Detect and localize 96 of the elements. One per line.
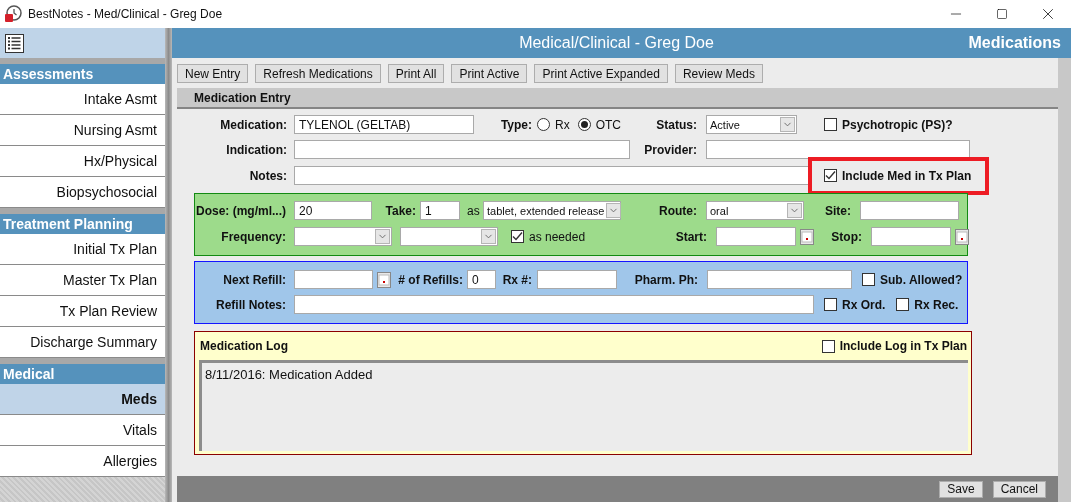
provider-field[interactable] bbox=[706, 140, 970, 159]
calendar-icon[interactable] bbox=[800, 228, 814, 245]
toolbar-button[interactable]: Refresh Medications bbox=[255, 64, 381, 83]
indication-field[interactable] bbox=[294, 140, 630, 159]
sidebar-item[interactable]: Tx Plan Review bbox=[0, 296, 165, 327]
rx-number-field[interactable] bbox=[537, 270, 617, 289]
sidebar-item[interactable]: Nursing Asmt bbox=[0, 115, 165, 146]
stop-date-field[interactable] bbox=[871, 227, 951, 246]
field-label: Notes: bbox=[248, 168, 287, 183]
field-label: Rx #: bbox=[501, 272, 532, 287]
sidebar-item[interactable]: Allergies bbox=[0, 446, 165, 477]
toolbar-button[interactable]: Review Meds bbox=[674, 64, 763, 83]
chevron-down-icon bbox=[787, 203, 802, 218]
dropdown-field[interactable]: Active bbox=[706, 115, 797, 134]
toolbar-button[interactable]: Print Active Expanded bbox=[534, 64, 668, 83]
sidebar-item[interactable]: Master Tx Plan bbox=[0, 265, 165, 296]
field-label: as bbox=[467, 203, 481, 218]
log-entry: 8/11/2016: Medication Added bbox=[205, 367, 374, 382]
dropdown-field[interactable]: oral bbox=[706, 201, 804, 220]
sidebar-item[interactable]: Meds bbox=[0, 384, 165, 415]
chevron-down-icon bbox=[481, 229, 496, 244]
footer-button[interactable]: Save bbox=[939, 480, 983, 498]
checkbox-label: Rx Rec. bbox=[914, 297, 959, 312]
field-label: Pharm. Ph: bbox=[633, 272, 698, 287]
footer-button[interactable]: Cancel bbox=[992, 480, 1046, 498]
radio-label: OTC bbox=[595, 117, 621, 132]
field-label: Indication: bbox=[225, 142, 287, 157]
refill-notes-field[interactable] bbox=[294, 295, 814, 314]
dose-field[interactable]: 20 bbox=[294, 201, 372, 220]
field-label: Route: bbox=[658, 203, 697, 218]
next-refill-field[interactable] bbox=[294, 270, 373, 289]
maximize-icon[interactable] bbox=[996, 8, 1008, 20]
field-label: Frequency: bbox=[220, 229, 286, 244]
field-label: Next Refill: bbox=[222, 272, 286, 287]
section-title: Medication Entry bbox=[194, 90, 291, 105]
take-field[interactable]: 1 bbox=[420, 201, 460, 220]
checkbox-label: Include Log in Tx Plan bbox=[839, 339, 967, 353]
field-label: Medication: bbox=[219, 117, 287, 132]
notes-field[interactable] bbox=[294, 166, 810, 185]
chevron-down-icon bbox=[375, 229, 390, 244]
toolbar-button[interactable]: Print All bbox=[387, 64, 445, 83]
calendar-icon[interactable] bbox=[377, 271, 391, 288]
field-label: Refill Notes: bbox=[215, 297, 286, 312]
checkbox[interactable] bbox=[896, 298, 910, 311]
field-label: Type: bbox=[499, 117, 532, 132]
field-label: Take: bbox=[384, 203, 416, 218]
site-field[interactable] bbox=[860, 201, 959, 220]
calendar-icon[interactable] bbox=[955, 228, 969, 245]
medication-field[interactable]: TYLENOL (GELTAB) bbox=[294, 115, 474, 134]
checkbox-label: Psychotropic (PS)? bbox=[842, 117, 953, 132]
page-name: Medications bbox=[967, 34, 1061, 52]
chevron-down-icon bbox=[606, 203, 622, 218]
checkbox[interactable] bbox=[824, 118, 837, 131]
toolbar-button[interactable]: Print Active bbox=[451, 64, 528, 83]
sidebar-section-header: Assessments bbox=[0, 64, 165, 84]
sidebar-section-header: Medical bbox=[0, 364, 165, 384]
start-date-field[interactable] bbox=[716, 227, 796, 246]
checkbox[interactable] bbox=[824, 169, 837, 182]
sidebar-item[interactable]: Biopsychosocial bbox=[0, 177, 165, 208]
checkbox[interactable] bbox=[821, 339, 835, 353]
checkbox-label: Rx Ord. bbox=[842, 297, 886, 312]
field-label: Provider: bbox=[643, 142, 697, 157]
pharmacy-phone-field[interactable] bbox=[707, 270, 852, 289]
field-label: Site: bbox=[824, 203, 851, 218]
dropdown-field[interactable]: tablet, extended release bbox=[483, 201, 621, 220]
sidebar-item[interactable]: Intake Asmt bbox=[0, 84, 165, 115]
page-header-title: Medical/Clinical - Greg Doe bbox=[518, 34, 715, 52]
dropdown-field[interactable] bbox=[400, 227, 498, 246]
sidebar-item[interactable]: Discharge Summary bbox=[0, 327, 165, 358]
toolbar-button[interactable]: New Entry bbox=[177, 64, 249, 83]
sidebar-item[interactable]: Hx/Physical bbox=[0, 146, 165, 177]
field-label: Stop: bbox=[830, 229, 862, 244]
sidebar-item[interactable]: Initial Tx Plan bbox=[0, 234, 165, 265]
radio-button[interactable] bbox=[537, 118, 550, 131]
checkbox-label: Include Med in Tx Plan bbox=[842, 168, 972, 183]
checkbox-label: as needed bbox=[529, 229, 586, 244]
scrollbar[interactable] bbox=[1058, 58, 1071, 502]
checkbox-label: Sub. Allowed? bbox=[880, 272, 963, 287]
checkbox[interactable] bbox=[511, 230, 524, 243]
field-label: # of Refills: bbox=[397, 272, 463, 287]
checkbox[interactable] bbox=[824, 298, 837, 311]
field-label: Status: bbox=[655, 117, 697, 132]
radio-label: Rx bbox=[555, 117, 570, 132]
sidebar-item[interactable]: Vitals bbox=[0, 415, 165, 446]
log-title: Medication Log bbox=[200, 339, 289, 353]
refills-field[interactable]: 0 bbox=[467, 270, 496, 289]
window-title: BestNotes - Med/Clinical - Greg Doe bbox=[28, 7, 224, 21]
radio-button[interactable] bbox=[577, 118, 591, 131]
app-logo-icon bbox=[4, 5, 22, 23]
field-label: Dose: (mg/ml...) bbox=[195, 203, 286, 218]
list-icon[interactable] bbox=[5, 33, 24, 53]
checkbox[interactable] bbox=[862, 273, 875, 286]
field-label: Start: bbox=[674, 229, 707, 244]
dropdown-field[interactable] bbox=[294, 227, 392, 246]
chevron-down-icon bbox=[780, 117, 795, 132]
sidebar-section-header: Treatment Planning bbox=[0, 214, 165, 234]
